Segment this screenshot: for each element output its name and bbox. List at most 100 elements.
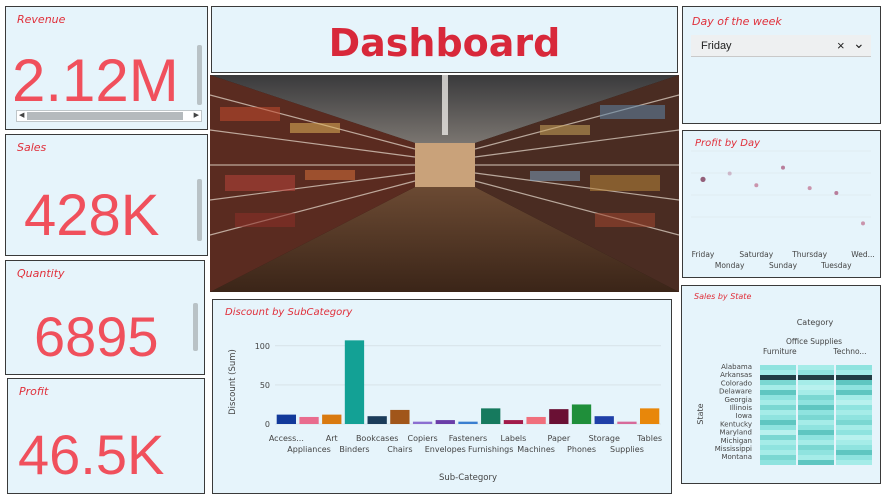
dashboard-header: Dashboard [211, 6, 678, 73]
heatmap-cell [798, 430, 834, 435]
revenue-vertical-scrollbar[interactable] [197, 45, 202, 105]
page-title: Dashboard [328, 21, 561, 65]
heatmap-cell [760, 430, 796, 435]
row-axis-label: State [696, 403, 705, 424]
heatmap-cell [836, 370, 872, 375]
revenue-title: Revenue [17, 13, 66, 26]
heatmap-cell [760, 400, 796, 405]
x-tick-label: Supplies [610, 445, 644, 454]
heatmap-cell [836, 450, 872, 455]
row-label: Montana [721, 453, 752, 461]
heatmap-cell [760, 440, 796, 445]
bar [571, 404, 592, 424]
heatmap-cell [760, 460, 796, 465]
heatmap-cell [836, 405, 872, 410]
scroll-right-icon[interactable]: ▶ [194, 111, 199, 121]
heatmap-cell [798, 365, 834, 370]
bar [503, 420, 524, 424]
heatmap-cell [760, 390, 796, 395]
heatmap-cell [760, 370, 796, 375]
x-tick-label: Access... [269, 434, 304, 443]
column-header: Techno... [832, 347, 866, 356]
day-filter-title: Day of the week [692, 15, 782, 28]
x-tick-label: Tuesday [820, 261, 852, 270]
day-dropdown[interactable]: Friday × ⌄ [691, 35, 871, 57]
heatmap-cell [798, 410, 834, 415]
bar [322, 414, 342, 424]
heatmap-cell [760, 410, 796, 415]
heatmap-cell [760, 415, 796, 420]
y-tick-label: 50 [260, 381, 270, 390]
heatmap-cell [760, 385, 796, 390]
data-point [834, 191, 839, 196]
data-point [807, 186, 812, 191]
heatmap-cell [836, 415, 872, 420]
row-label: Michigan [721, 437, 752, 445]
heatmap-cell [760, 380, 796, 385]
heatmap-cell [760, 405, 796, 410]
heatmap-cell [836, 385, 872, 390]
heatmap-cell [836, 460, 872, 465]
heatmap-cell [798, 405, 834, 410]
profit-value: 46.5K [18, 423, 165, 486]
quantity-value: 6895 [34, 305, 159, 368]
row-label: Mississippi [715, 445, 752, 453]
scroll-left-icon[interactable]: ◀ [19, 111, 24, 121]
day-dropdown-value: Friday [701, 40, 732, 52]
heatmap-cell [798, 425, 834, 430]
scrollbar-thumb[interactable] [27, 112, 183, 120]
heatmap-cell [760, 450, 796, 455]
revenue-card: Revenue 2.12M ◀ ▶ [5, 6, 208, 130]
heatmap-cell [798, 445, 834, 450]
heatmap-cell [760, 445, 796, 450]
x-tick-label: Chairs [387, 445, 412, 454]
x-tick-label: Sunday [769, 261, 798, 270]
heatmap-cell [798, 370, 834, 375]
profit-card: Profit 46.5K [7, 378, 205, 494]
discount-chart-card: Discount by SubCategory 0 50 100 Access... A… [212, 299, 672, 494]
quantity-card: Quantity 6895 [5, 260, 205, 375]
data-point [754, 183, 759, 188]
bar [299, 416, 319, 424]
heatmap-cell [798, 385, 834, 390]
data-point [727, 171, 732, 176]
heatmap-cell [798, 415, 834, 420]
profit-by-day-chart: FridayMonday Saturday Sunday Thursday Tuesda… [691, 150, 875, 270]
heatmap-cell [836, 380, 872, 385]
x-tick-label: Monday [715, 261, 745, 270]
chevron-down-icon[interactable]: ⌄ [853, 35, 865, 52]
heatmap-cell [836, 430, 872, 435]
heatmap-cell [760, 455, 796, 460]
sales-vertical-scrollbar[interactable] [197, 179, 202, 241]
heatmap-cell [798, 460, 834, 465]
x-axis-label: Sub-Category [439, 473, 497, 483]
heatmap-cell [836, 445, 872, 450]
revenue-value: 2.12M [12, 47, 179, 114]
heatmap-cell [836, 455, 872, 460]
day-filter-card: Day of the week Friday × ⌄ [682, 6, 881, 124]
heatmap-cell [836, 390, 872, 395]
y-axis-label: Discount (Sum) [228, 349, 238, 415]
heatmap-cell [798, 400, 834, 405]
quantity-vertical-scrollbar[interactable] [193, 303, 198, 351]
heatmap-cell [836, 365, 872, 370]
sales-by-state-card: Sales by State Category Office Supplies Fu… [681, 285, 881, 484]
aisle-illustration [210, 75, 679, 292]
revenue-horizontal-scrollbar[interactable]: ◀ ▶ [16, 110, 202, 122]
heatmap-cell [798, 455, 834, 460]
row-label: Maryland [720, 429, 752, 437]
row-label: Illinois [730, 404, 753, 412]
x-tick-label: Envelopes [425, 445, 466, 454]
row-label: Arkansas [720, 371, 752, 379]
heatmap-cell [798, 375, 834, 380]
heatmap-cell [798, 390, 834, 395]
x-tick-label: Appliances [287, 445, 331, 454]
heatmap-cell [760, 395, 796, 400]
clear-icon[interactable]: × [837, 38, 845, 53]
heatmap-cell [760, 375, 796, 380]
heatmap-cell [836, 425, 872, 430]
row-label: Georgia [725, 396, 752, 404]
heatmap-cell [760, 365, 796, 370]
bar [276, 414, 297, 424]
heatmap-cell [798, 450, 834, 455]
